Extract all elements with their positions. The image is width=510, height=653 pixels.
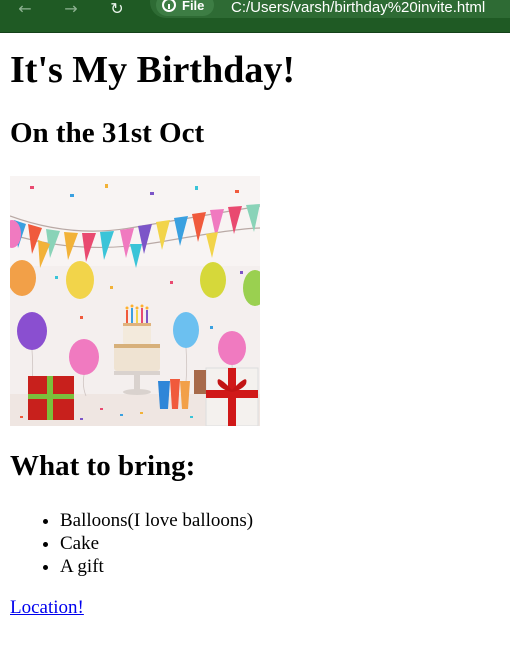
- date-heading: On the 31st Oct: [10, 117, 205, 149]
- birthday-party-image: [10, 176, 260, 426]
- reload-icon: ↻: [110, 0, 124, 18]
- site-info-chip[interactable]: File: [156, 0, 215, 16]
- info-icon: [162, 0, 176, 12]
- address-bar[interactable]: File C:/Users/varsh/birthday%20invite.ht…: [150, 0, 510, 18]
- arrow-right-icon: →: [64, 0, 78, 18]
- site-info-label: File: [182, 0, 205, 13]
- url-text[interactable]: C:/Users/varsh/birthday%20invite.html: [231, 0, 485, 16]
- page-title: It's My Birthday!: [10, 49, 295, 91]
- arrow-left-icon: ←: [18, 0, 32, 18]
- list-item: A gift: [60, 555, 253, 578]
- list-item: Balloons(I love balloons): [60, 509, 253, 532]
- reload-button[interactable]: ↻: [104, 0, 130, 18]
- browser-toolbar: ← → ↻ File C:/Users/varsh/birthday%20inv…: [0, 0, 510, 33]
- list-item: Cake: [60, 532, 253, 555]
- location-link[interactable]: Location!: [10, 597, 84, 619]
- what-to-bring-heading: What to bring:: [10, 450, 196, 482]
- forward-button[interactable]: →: [58, 0, 84, 18]
- bring-list: Balloons(I love balloons) Cake A gift: [10, 509, 253, 578]
- back-button[interactable]: ←: [12, 0, 38, 18]
